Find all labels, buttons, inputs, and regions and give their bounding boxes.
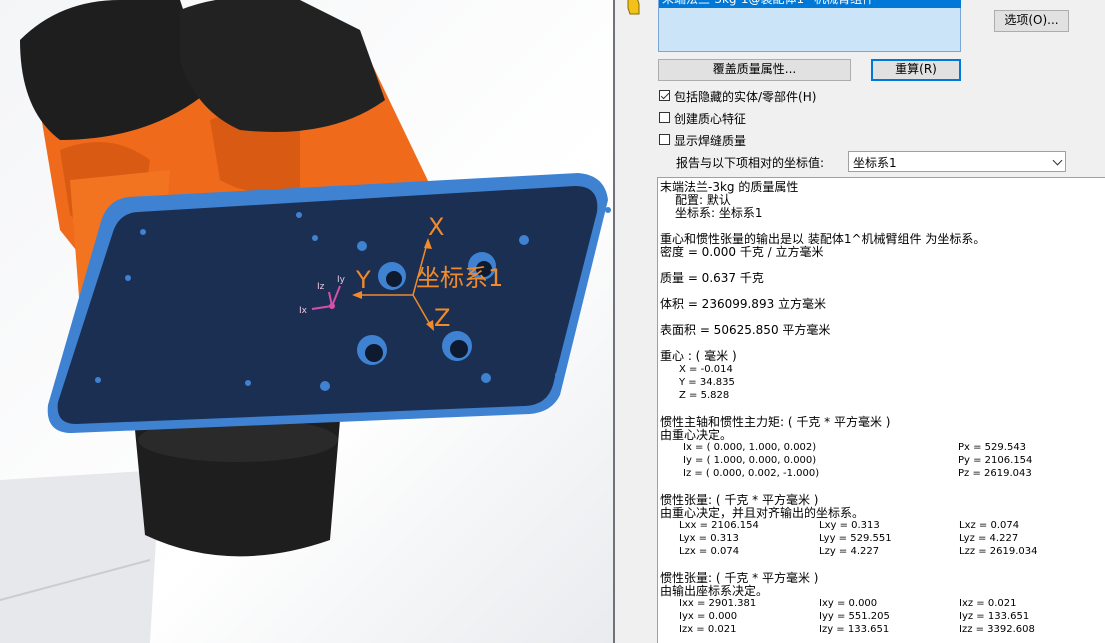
com-z: Z = 5.828 [679,390,730,401]
principal-axis-row: Iy = ( 1.000, 0.000, 0.000) [683,455,817,466]
tensor2-cell: Iyy = 551.205 [819,611,890,622]
tensor1-cell: Lzz = 2619.034 [959,546,1038,557]
tensor1-subtitle: 由重心决定，并且对齐输出的坐标系。 [660,506,865,520]
com-y: Y = 34.835 [679,377,735,388]
principal-moment: Pz = 2619.043 [958,468,1032,479]
principal-subtitle: 由重心决定。 [660,428,733,442]
selection-list[interactable]: 末端法兰-3kg-1@装配体1^机械臂组件 [658,0,961,52]
tensor1-cell: Lyx = 0.313 [679,533,739,544]
options-button[interactable]: 选项(O)... [994,10,1069,32]
report-volume: 体积 = 236099.893 立方毫米 [660,297,827,311]
tensor1-cell: Lyy = 529.551 [819,533,892,544]
override-mass-button[interactable]: 覆盖质量属性... [658,59,851,81]
report-relative-label: 报告与以下项相对的坐标值: [676,156,825,170]
mass-properties-panel: 末端法兰-3kg-1@装配体1^机械臂组件 选项(O)... 覆盖质量属性...… [615,0,1105,643]
recalculate-button[interactable]: 重算(R) [871,59,961,81]
include-hidden-checkbox[interactable] [659,90,670,101]
tensor2-cell: Ixz = 0.021 [959,598,1017,609]
inertia-iy-label: Iy [337,275,346,285]
component-icon [625,0,641,16]
report-coordsys: 坐标系: 坐标系1 [675,206,763,220]
chevron-down-icon [1052,155,1063,166]
create-com-label: 创建质心特征 [674,112,747,126]
tensor1-cell: Lxy = 0.313 [819,520,880,531]
tensor2-subtitle: 由输出座标系决定。 [660,584,769,598]
inertia-ix-label: Ix [299,306,308,316]
principal-axis-row: Iz = ( 0.000, 0.002, -1.000) [683,468,820,479]
principal-moment: Px = 529.543 [958,442,1027,453]
coord-system-label: 坐标系1 [416,264,503,292]
tensor1-cell: Lyz = 4.227 [959,533,1019,544]
tensor1-cell: Lzy = 4.227 [819,546,880,557]
selected-component[interactable]: 末端法兰-3kg-1@装配体1^机械臂组件 [659,0,961,8]
show-weld-label: 显示焊缝质量 [674,134,747,148]
tensor1-cell: Lxz = 0.074 [959,520,1020,531]
principal-axis-row: Ix = ( 0.000, 1.000, 0.002) [683,442,817,453]
create-com-checkbox[interactable] [659,112,670,123]
tensor2-cell: Ixx = 2901.381 [679,598,757,609]
tensor1-cell: Lzx = 0.074 [679,546,740,557]
com-x: X = -0.014 [679,364,733,375]
coordinate-system-value: 坐标系1 [853,156,897,170]
tensor2-cell: Iyx = 0.000 [679,611,738,622]
inertia-iz-label: Iz [317,282,325,292]
robot-arm-model[interactable]: X Y Z 坐标系1 Ix Iz Iy [0,0,613,643]
tensor2-cell: Izy = 133.651 [819,624,890,635]
report-density: 密度 = 0.000 千克 / 立方毫米 [660,245,824,259]
com-title: 重心 : ( 毫米 ) [660,349,737,363]
tensor2-cell: Izx = 0.021 [679,624,737,635]
report-area: 表面积 = 50625.850 平方毫米 [660,323,831,337]
principal-moment: Py = 2106.154 [958,455,1033,466]
axis-z-label: Z [434,304,450,332]
include-hidden-label: 包括隐藏的实体/零部件(H) [674,90,817,104]
axis-y-label: Y [355,266,371,294]
tensor2-cell: Izz = 3392.608 [959,624,1035,635]
tensor2-cell: Iyz = 133.651 [959,611,1030,622]
tensor1-cell: Lxx = 2106.154 [679,520,759,531]
axis-x-label: X [428,213,444,241]
report-mass: 质量 = 0.637 千克 [660,271,764,285]
tensor2-cell: Ixy = 0.000 [819,598,878,609]
show-weld-checkbox[interactable] [659,134,670,145]
graphics-viewport[interactable]: X Y Z 坐标系1 Ix Iz Iy [0,0,613,643]
report-text-area[interactable]: 末端法兰-3kg 的质量属性 配置: 默认 坐标系: 坐标系1 重心和惯性张量的… [657,177,1105,643]
coordinate-system-dropdown[interactable]: 坐标系1 [848,151,1066,172]
